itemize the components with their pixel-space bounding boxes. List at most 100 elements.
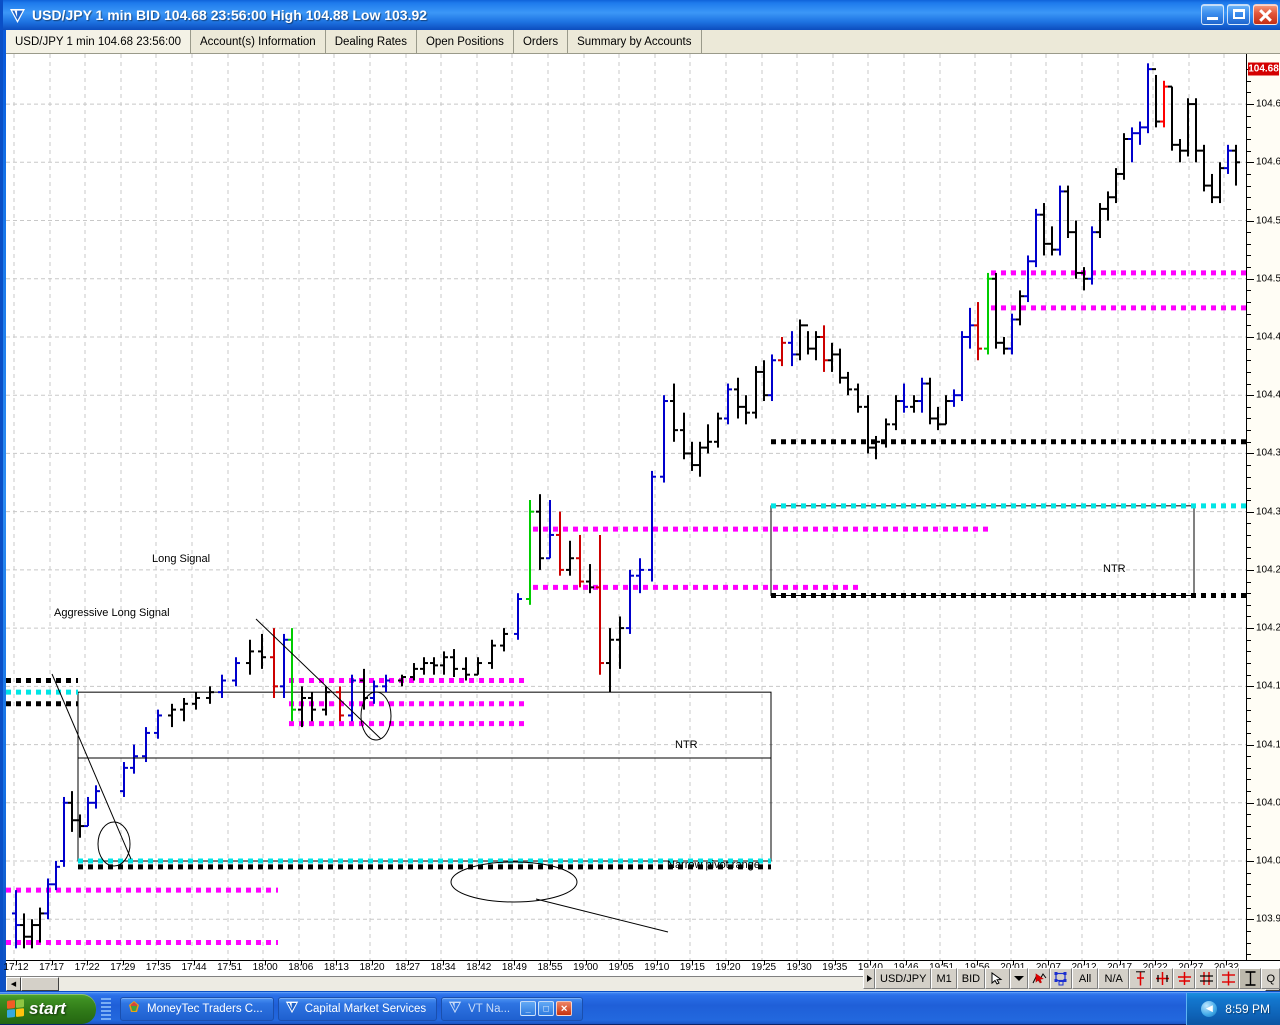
tab-dealing-rates[interactable]: Dealing Rates xyxy=(325,30,417,53)
moneytec-icon xyxy=(127,1000,141,1017)
price-tick xyxy=(1247,686,1254,688)
taskbar-item-label: VT Na... xyxy=(468,1002,511,1015)
tab-summary-by-accounts[interactable]: Summary by Accounts xyxy=(568,30,702,53)
price-tick-minor xyxy=(1247,954,1251,956)
price-tick-minor xyxy=(1247,709,1251,711)
tab-open-positions[interactable]: Open Positions xyxy=(416,30,514,53)
toolbar-scroll-right-icon[interactable] xyxy=(863,968,875,989)
center-tick-tool-icon[interactable] xyxy=(1173,968,1196,989)
taskbar-clock[interactable]: 8:59 PM xyxy=(1225,1002,1270,1016)
toolbar-all-filter[interactable]: All xyxy=(1072,968,1098,989)
taskbar-minimize-button[interactable]: _ xyxy=(520,1001,537,1016)
taskbar-item-vt-navigator[interactable]: VT Na... _ □ ✕ xyxy=(441,996,584,1021)
tab-usdjpy-chart[interactable]: USD/JPY 1 min 104.68 23:56:00 xyxy=(6,30,192,53)
taskbar-maximize-button[interactable]: □ xyxy=(538,1001,555,1016)
maximize-button[interactable] xyxy=(1227,4,1250,25)
time-tick-label: 18:27 xyxy=(395,962,421,973)
price-tick-label: 104.55 xyxy=(1256,215,1280,227)
object-select-icon[interactable] xyxy=(1050,968,1073,989)
minimize-button[interactable] xyxy=(1201,4,1224,25)
scroll-left-arrow-icon[interactable]: ◀ xyxy=(6,977,21,991)
price-tick-minor xyxy=(1247,139,1251,140)
ntr-boxes xyxy=(77,505,1195,862)
price-tick-minor xyxy=(1247,558,1251,560)
vt-trader-window: USD/JPY 1 min BID 104.68 23:56:00 High 1… xyxy=(0,0,1280,992)
tab-orders[interactable]: Orders xyxy=(513,30,569,53)
price-tick-minor xyxy=(1247,872,1251,874)
time-tick-label: 19:05 xyxy=(608,962,634,973)
left-tick-tool-icon[interactable] xyxy=(1151,968,1174,989)
time-tick-label: 17:44 xyxy=(181,962,207,973)
start-label: start xyxy=(29,998,66,1018)
toolbar-symbol[interactable]: USD/JPY xyxy=(875,968,932,989)
pointer-arrow-icon[interactable] xyxy=(985,968,1011,989)
time-tick-label: 19:20 xyxy=(715,962,741,973)
time-tick-label: 19:30 xyxy=(786,962,812,973)
price-tick xyxy=(1247,162,1254,164)
tab-accounts-information[interactable]: Account(s) Information xyxy=(191,30,326,53)
price-tick-label: 104.45 xyxy=(1256,331,1280,343)
tab-label: Orders xyxy=(522,35,559,48)
windows-flag-icon xyxy=(7,999,24,1018)
range-tool-icon[interactable] xyxy=(1239,968,1262,989)
price-tick-label: 104.15 xyxy=(1256,680,1280,692)
time-tick-label: 18:20 xyxy=(359,962,385,973)
right-tick-tool-icon[interactable] xyxy=(1195,968,1218,989)
taskbar-item-capital-market-services[interactable]: Capital Market Services xyxy=(277,996,438,1021)
time-tick-label: 18:06 xyxy=(288,962,314,973)
price-tick xyxy=(1247,453,1254,455)
taskbar: start MoneyTec Traders C... Capital Mark… xyxy=(0,992,1280,1025)
taskbar-item-moneytec[interactable]: MoneyTec Traders C... xyxy=(120,996,274,1021)
show-hidden-icons-icon[interactable]: ◀ xyxy=(1201,1000,1218,1017)
taskbar-close-button[interactable]: ✕ xyxy=(556,1001,573,1016)
bar-tool-icon[interactable] xyxy=(1129,968,1152,989)
chart-annotation-narrow-pivot-range: Narrow pivot range xyxy=(667,859,760,871)
price-axis[interactable]: 104.65 104.60 104.55 104.50 104.45 104.40 104.… xyxy=(1246,54,1280,960)
quick-launch-grip xyxy=(101,997,111,1020)
price-tick-minor xyxy=(1247,150,1251,152)
price-tick-minor xyxy=(1247,907,1251,909)
price-tick-minor xyxy=(1247,441,1251,443)
tab-label: Summary by Accounts xyxy=(577,35,692,48)
price-tick-minor xyxy=(1247,791,1251,793)
close-button[interactable] xyxy=(1253,4,1278,25)
price-tick-minor xyxy=(1247,360,1251,362)
start-button[interactable]: start xyxy=(0,993,96,1024)
time-tick-label: 17:12 xyxy=(3,962,29,973)
price-tick-minor xyxy=(1247,639,1251,641)
toolbar-price-side[interactable]: BID xyxy=(956,968,986,989)
toolbar-q-button[interactable]: Q xyxy=(1261,968,1280,989)
toolbar-timeframe[interactable]: M1 xyxy=(931,968,957,989)
chart-annotation-long-signal: Long Signal xyxy=(152,553,211,565)
price-plot[interactable]: Long Signal Aggressive Long Signal Narrow … xyxy=(6,54,1249,960)
toolbar-na-field[interactable]: N/A xyxy=(1097,968,1130,989)
scrollbar-thumb[interactable] xyxy=(21,977,59,991)
price-tick-minor xyxy=(1247,173,1251,175)
chart-area[interactable]: Long Signal Aggressive Long Signal Narrow … xyxy=(6,54,1280,960)
window-controls xyxy=(1201,4,1278,25)
tab-label: USD/JPY 1 min 104.68 23:56:00 xyxy=(15,35,182,48)
chart-annotation-ntr: NTR xyxy=(1103,563,1126,575)
window-title: USD/JPY 1 min BID 104.68 23:56:00 High 1… xyxy=(32,7,428,23)
chart-annotation-ntr: NTR xyxy=(675,739,698,751)
price-tick-minor xyxy=(1247,534,1251,536)
price-tick-label: 104.20 xyxy=(1256,622,1280,634)
price-tick xyxy=(1247,628,1254,630)
price-tick-minor xyxy=(1247,767,1251,769)
price-tick-minor xyxy=(1247,127,1251,129)
price-tick-label: 104.30 xyxy=(1256,506,1280,518)
price-tick-minor xyxy=(1247,930,1251,932)
crosshair-pointer-icon[interactable] xyxy=(1028,968,1051,989)
price-tick-minor xyxy=(1247,348,1251,350)
star-tick-tool-icon[interactable] xyxy=(1217,968,1240,989)
price-tick-minor xyxy=(1247,616,1251,618)
tab-strip: USD/JPY 1 min 104.68 23:56:00 Account(s)… xyxy=(6,30,1280,54)
title-bar: USD/JPY 1 min BID 104.68 23:56:00 High 1… xyxy=(3,0,1280,30)
price-tick-minor xyxy=(1247,208,1251,210)
chevron-down-icon[interactable] xyxy=(1010,968,1029,989)
price-tick-minor xyxy=(1247,674,1251,676)
price-tick-minor xyxy=(1247,488,1251,490)
price-tick-minor xyxy=(1247,593,1251,595)
time-tick-label: 17:29 xyxy=(110,962,136,973)
price-tick-label: 104.35 xyxy=(1256,447,1280,459)
